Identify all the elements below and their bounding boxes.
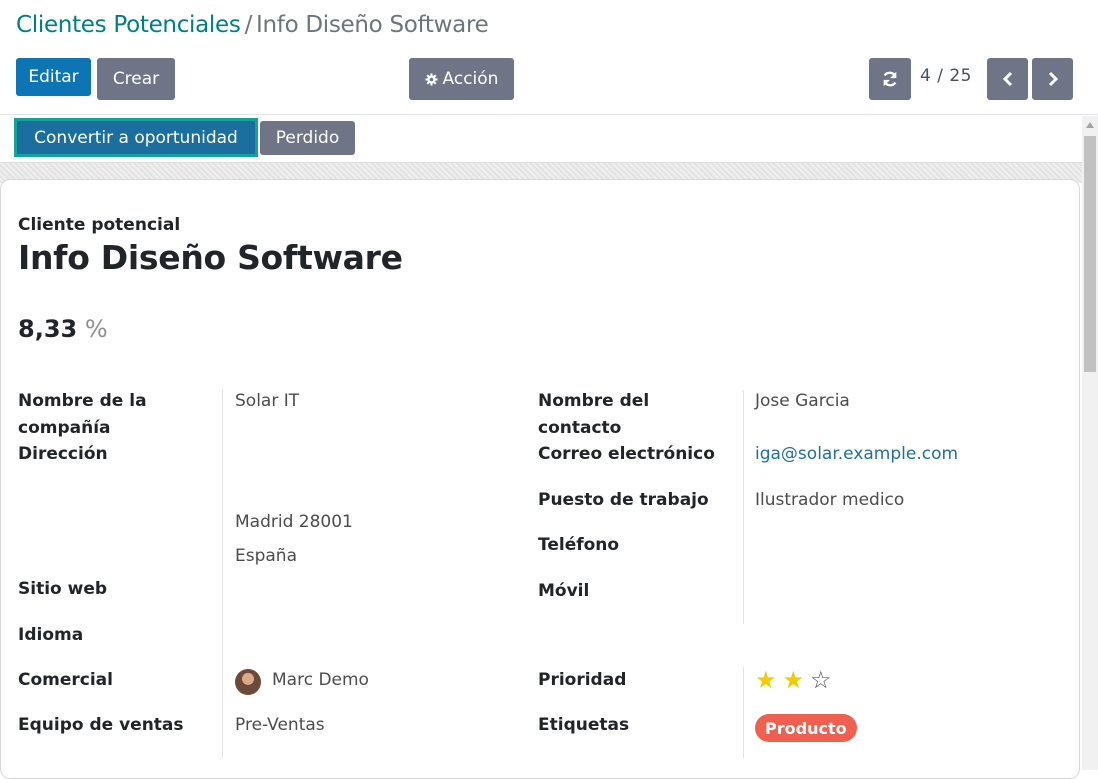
company-name-value[interactable]: Solar IT <box>235 388 299 415</box>
breadcrumb-current: Info Diseño Software <box>256 12 489 38</box>
address-city-zip[interactable]: Madrid 28001 <box>235 509 353 536</box>
company-name-label: Nombre de la compañía <box>18 391 147 438</box>
action-button-label: Acción <box>442 69 499 89</box>
create-button[interactable]: Crear <box>97 58 175 100</box>
priority-star-1-icon[interactable]: ★ <box>755 668 777 692</box>
scroll-up-arrow-icon <box>1086 122 1094 128</box>
record-type-label: Cliente potencial <box>18 215 181 235</box>
probability-field: 8,33 % <box>18 315 108 343</box>
phone-label: Teléfono <box>538 535 620 555</box>
sales-team-label: Equipo de ventas <box>18 715 184 735</box>
email-link[interactable]: iga@solar.example.com <box>755 441 958 468</box>
salesperson-avatar <box>235 669 261 695</box>
mobile-label: Móvil <box>538 581 590 601</box>
breadcrumb-parent-link[interactable]: Clientes Potenciales <box>16 12 241 38</box>
lost-button[interactable]: Perdido <box>260 121 355 155</box>
breadcrumb: Clientes Potenciales / Info Diseño Softwar… <box>16 12 489 38</box>
tags-label: Etiquetas <box>538 715 630 735</box>
right-group-separator-bottom <box>743 667 744 758</box>
record-title: Info Diseño Software <box>18 238 403 277</box>
scrollbar-thumb[interactable] <box>1084 136 1096 372</box>
chevron-left-icon <box>1002 71 1012 87</box>
chevron-right-icon <box>1048 71 1058 87</box>
pager-next-button[interactable] <box>1032 58 1073 100</box>
action-button[interactable]: Acción <box>409 58 514 100</box>
control-panel-divider <box>0 114 1098 115</box>
tag-badge[interactable]: Producto <box>755 714 857 742</box>
edit-button[interactable]: Editar <box>16 58 91 96</box>
address-country[interactable]: España <box>235 543 297 570</box>
priority-stars: ★ ★ ☆ <box>755 668 832 692</box>
refresh-button[interactable] <box>869 58 911 100</box>
language-label: Idioma <box>18 625 84 645</box>
address-label: Dirección <box>18 444 108 464</box>
job-position-label: Puesto de trabajo <box>538 490 709 510</box>
job-position-value[interactable]: Ilustrador medico <box>755 487 904 514</box>
probability-unit: % <box>84 315 108 343</box>
email-label: Correo electrónico <box>538 444 715 464</box>
contact-name-value[interactable]: Jose Garcia <box>755 388 850 415</box>
pager-value[interactable]: 4 / 25 <box>920 66 972 86</box>
breadcrumb-separator: / <box>244 12 253 38</box>
probability-value[interactable]: 8,33 <box>18 315 77 343</box>
salesperson-label: Comercial <box>18 670 113 690</box>
left-group-separator <box>222 390 223 758</box>
contact-name-label: Nombre del contacto <box>538 391 650 438</box>
priority-label: Prioridad <box>538 670 627 690</box>
pager-previous-button[interactable] <box>987 58 1028 100</box>
priority-star-2-icon[interactable]: ★ <box>783 668 805 692</box>
scroll-up-button[interactable] <box>1082 116 1098 134</box>
website-label: Sitio web <box>18 579 108 599</box>
refresh-icon <box>883 71 897 87</box>
priority-star-3-icon[interactable]: ☆ <box>810 668 832 692</box>
salesperson-value[interactable]: Marc Demo <box>272 667 369 694</box>
right-group-separator-top <box>743 390 744 624</box>
sales-team-value[interactable]: Pre-Ventas <box>235 712 325 739</box>
convert-to-opportunity-button[interactable]: Convertir a oportunidad <box>17 121 255 154</box>
gear-icon <box>424 72 438 86</box>
